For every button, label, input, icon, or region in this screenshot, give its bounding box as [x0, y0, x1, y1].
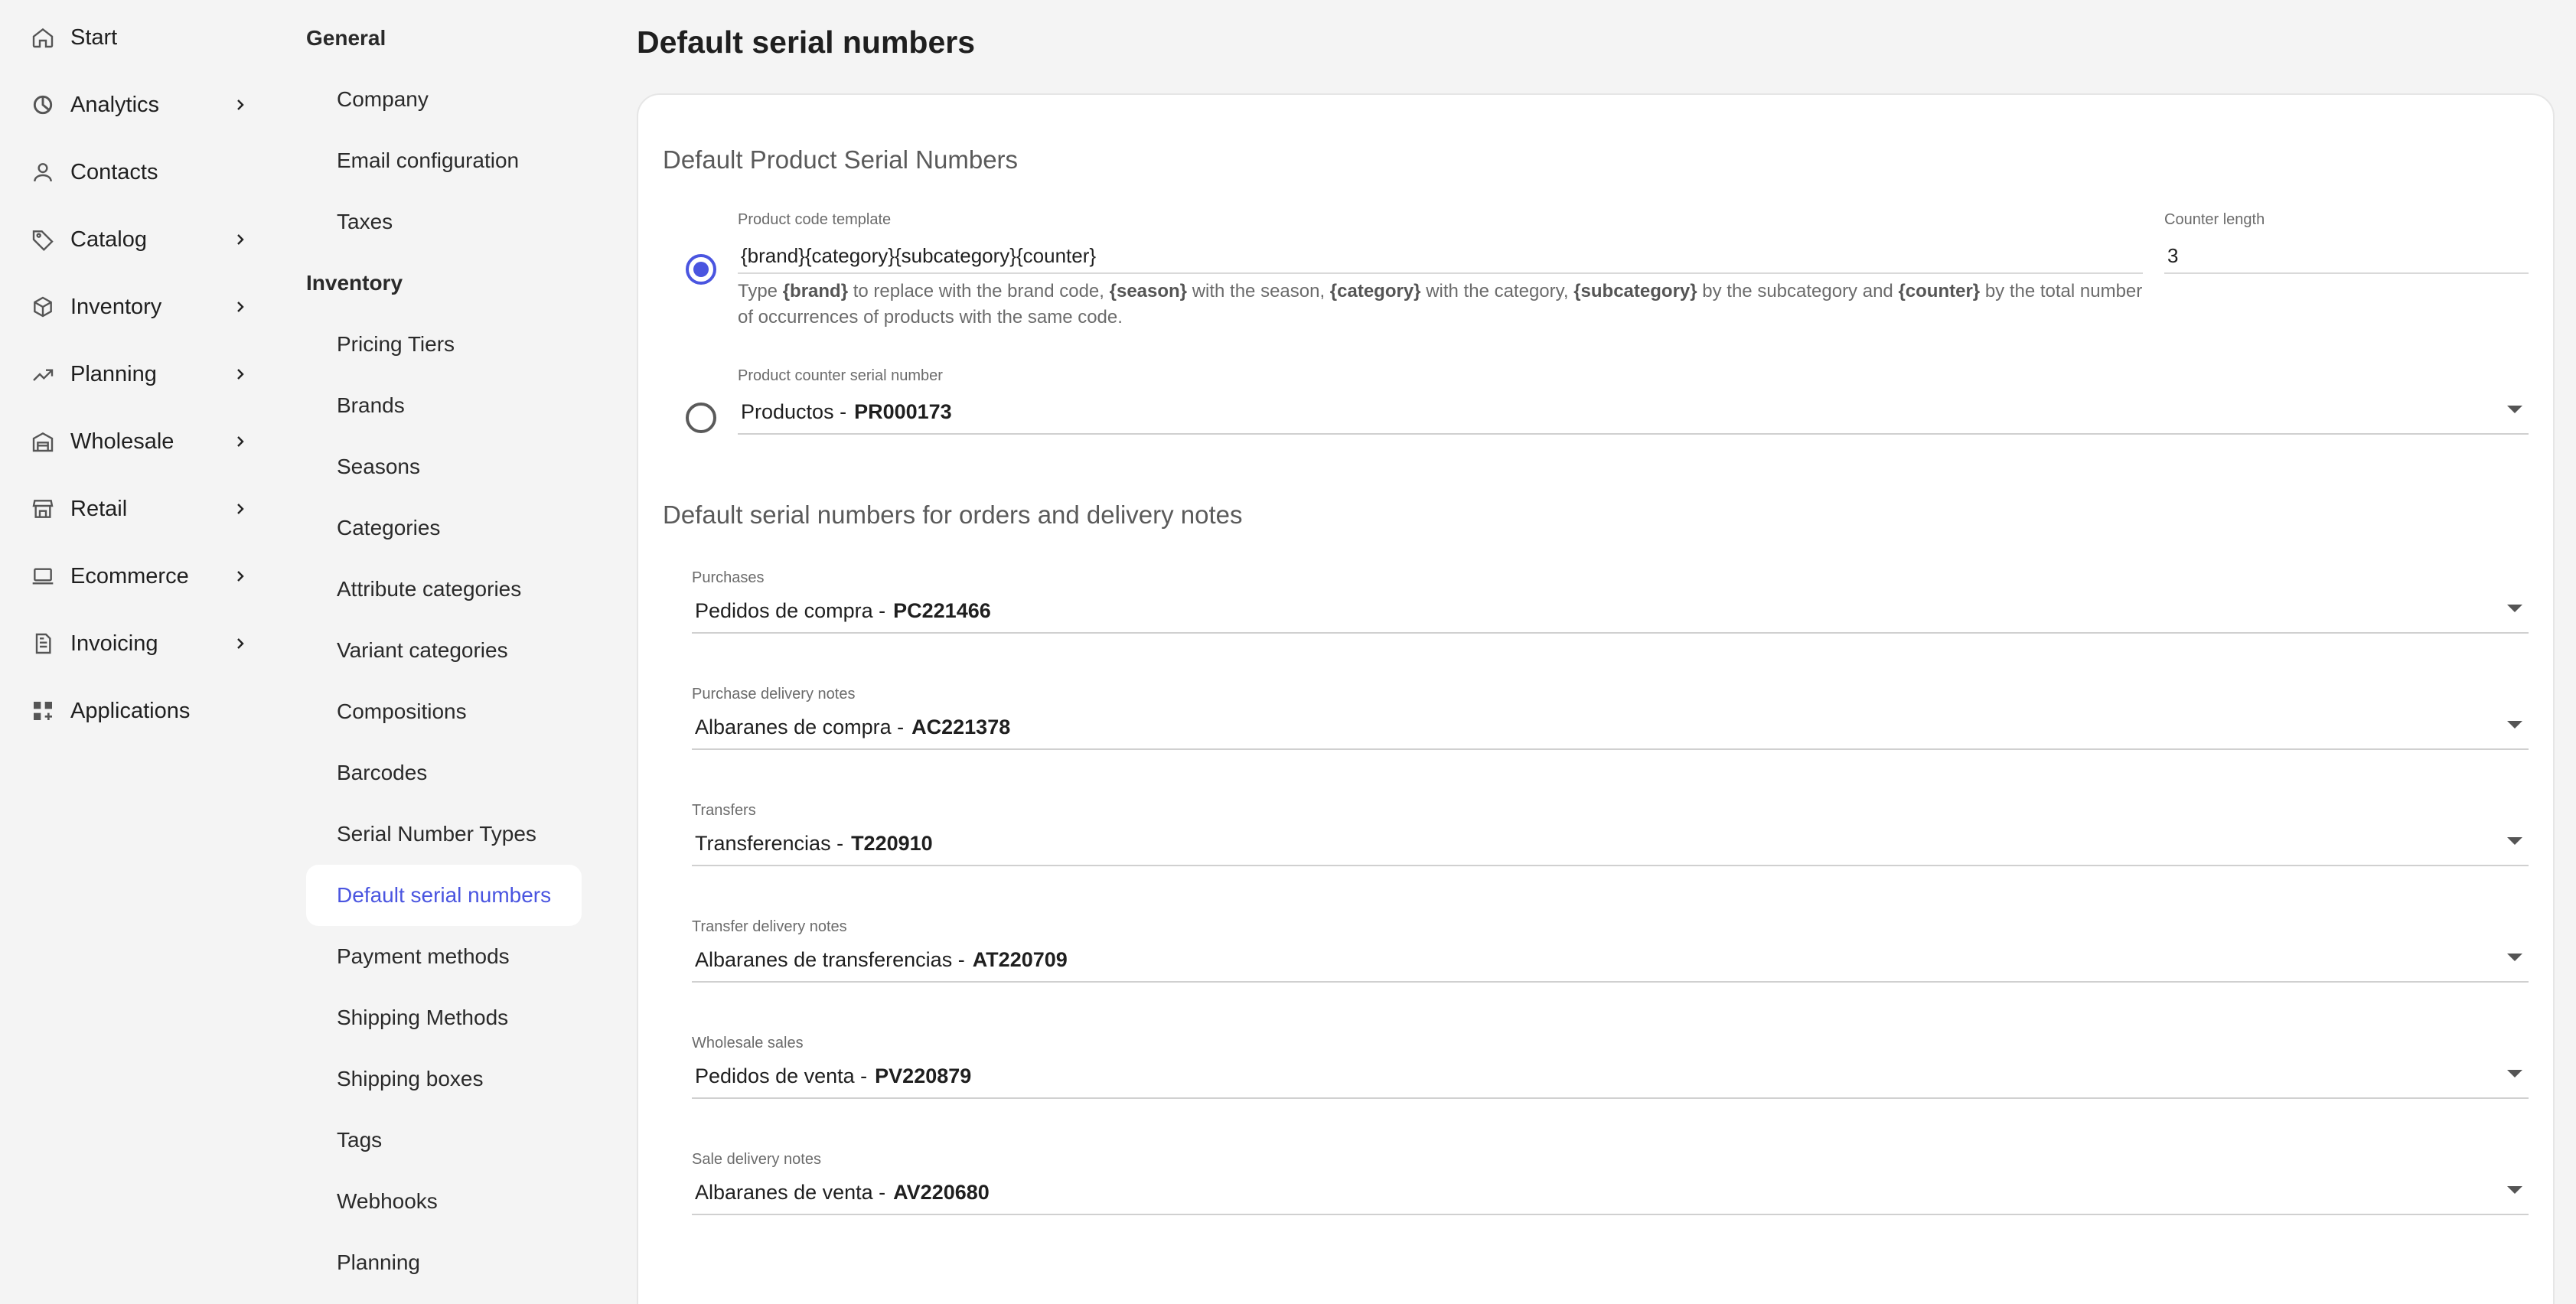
nav-label: Planning — [70, 361, 157, 386]
subnav-item-company[interactable]: Company — [306, 69, 582, 130]
subnav-item-planning[interactable]: Planning — [306, 1232, 582, 1293]
chevron-right-icon — [230, 633, 251, 654]
purchases-select[interactable]: Pedidos de compra - PC221466 — [692, 589, 2529, 634]
chevron-right-icon — [230, 363, 251, 385]
chevron-right-icon — [230, 229, 251, 250]
dropdown-caret-icon — [2507, 837, 2522, 845]
radio-product-counter-serial[interactable] — [686, 403, 716, 433]
transfers-select[interactable]: Transferencias - T220910 — [692, 822, 2529, 866]
chevron-right-icon — [230, 566, 251, 587]
subnav-item-brands[interactable]: Brands — [306, 375, 582, 436]
nav-label: Wholesale — [70, 429, 174, 454]
nav-item-catalog[interactable]: Catalog — [29, 217, 251, 262]
nav-item-applications[interactable]: Applications — [29, 688, 251, 734]
dropdown-caret-icon — [2507, 406, 2522, 413]
sale-delivery-notes-label: Sale delivery notes — [692, 1151, 821, 1168]
nav-label: Applications — [70, 698, 191, 723]
subnav-item-payment-methods[interactable]: Payment methods — [306, 926, 582, 987]
nav-item-retail[interactable]: Retail — [29, 486, 251, 532]
document-icon — [29, 630, 57, 657]
section-title-orders: Default serial numbers for orders and de… — [663, 500, 1243, 529]
subnav-item-serial-number-types[interactable]: Serial Number Types — [306, 804, 582, 865]
nav-item-invoicing[interactable]: Invoicing — [29, 621, 251, 667]
counter-length-label: Counter length — [2164, 211, 2265, 228]
nav-label: Contacts — [70, 159, 158, 184]
nav-item-inventory[interactable]: Inventory — [29, 284, 251, 330]
nav-item-planning[interactable]: Planning — [29, 351, 251, 397]
purchases-label: Purchases — [692, 569, 765, 586]
subnav-item-tags[interactable]: Tags — [306, 1110, 582, 1171]
contacts-icon — [29, 158, 57, 186]
subnav-item-barcodes[interactable]: Barcodes — [306, 742, 582, 804]
dropdown-caret-icon — [2507, 954, 2522, 961]
subnav-item-shipping-boxes[interactable]: Shipping boxes — [306, 1048, 582, 1110]
wholesale-sales-label: Wholesale sales — [692, 1035, 804, 1051]
transfer-delivery-notes-label: Transfer delivery notes — [692, 918, 847, 935]
main-navigation: Start Analytics Contacts Catalog Invento… — [0, 0, 276, 1304]
trend-icon — [29, 360, 57, 388]
nav-item-contacts[interactable]: Contacts — [29, 149, 251, 195]
chevron-right-icon — [230, 431, 251, 452]
subnav-item-taxes[interactable]: Taxes — [306, 191, 582, 253]
warehouse-icon — [29, 428, 57, 455]
chevron-right-icon — [230, 498, 251, 520]
radio-product-code-template[interactable] — [686, 254, 716, 285]
nav-label: Inventory — [70, 294, 162, 319]
purchase-delivery-notes-label: Purchase delivery notes — [692, 686, 856, 703]
laptop-icon — [29, 562, 57, 590]
product-counter-serial-select[interactable]: Productos - PR000173 — [738, 390, 2529, 435]
page-title: Default serial numbers — [637, 24, 976, 60]
analytics-icon — [29, 91, 57, 119]
nav-label: Catalog — [70, 227, 147, 252]
settings-subnav: General Company Email configuration Taxe… — [291, 0, 597, 1304]
subnav-item-variant-categories[interactable]: Variant categories — [306, 620, 582, 681]
nav-item-analytics[interactable]: Analytics — [29, 82, 251, 128]
wholesale-sales-select[interactable]: Pedidos de venta - PV220879 — [692, 1055, 2529, 1099]
subnav-item-categories[interactable]: Categories — [306, 497, 582, 559]
subnav-heading-inventory: Inventory — [306, 271, 403, 295]
purchase-delivery-notes-select[interactable]: Albaranes de compra - AC221378 — [692, 706, 2529, 750]
chevron-right-icon — [230, 94, 251, 116]
chevron-right-icon — [230, 296, 251, 318]
store-icon — [29, 495, 57, 523]
nav-label: Ecommerce — [70, 563, 189, 588]
settings-card: Default Product Serial Numbers Product c… — [637, 93, 2555, 1304]
subnav-item-seasons[interactable]: Seasons — [306, 436, 582, 497]
subnav-item-email-configuration[interactable]: Email configuration — [306, 130, 582, 191]
apps-icon — [29, 697, 57, 725]
nav-label: Start — [70, 24, 118, 50]
nav-label: Analytics — [70, 92, 160, 117]
counter-length-input[interactable]: 3 — [2164, 239, 2529, 274]
nav-label: Retail — [70, 496, 128, 521]
nav-item-wholesale[interactable]: Wholesale — [29, 419, 251, 465]
dropdown-caret-icon — [2507, 721, 2522, 729]
subnav-item-shipping-methods[interactable]: Shipping Methods — [306, 987, 582, 1048]
dropdown-caret-icon — [2507, 1070, 2522, 1077]
product-code-template-label: Product code template — [738, 211, 892, 228]
subnav-item-compositions[interactable]: Compositions — [306, 681, 582, 742]
subnav-heading-general: General — [306, 26, 386, 50]
subnav-item-webhooks[interactable]: Webhooks — [306, 1171, 582, 1232]
subnav-item-attribute-categories[interactable]: Attribute categories — [306, 559, 582, 620]
nav-item-ecommerce[interactable]: Ecommerce — [29, 553, 251, 599]
home-icon — [29, 24, 57, 51]
transfer-delivery-notes-select[interactable]: Albaranes de transferencias - AT220709 — [692, 938, 2529, 983]
product-counter-serial-label: Product counter serial number — [738, 367, 943, 384]
tag-icon — [29, 226, 57, 253]
nav-label: Invoicing — [70, 631, 158, 656]
sale-delivery-notes-select[interactable]: Albaranes de venta - AV220680 — [692, 1171, 2529, 1215]
product-code-template-input[interactable]: {brand}{category}{subcategory}{counter} — [738, 239, 2143, 274]
dropdown-caret-icon — [2507, 605, 2522, 612]
dropdown-caret-icon — [2507, 1186, 2522, 1194]
nav-item-start[interactable]: Start — [29, 15, 251, 60]
product-code-helper-text: Type {brand} to replace with the brand c… — [738, 281, 2143, 328]
subnav-item-pricing-tiers[interactable]: Pricing Tiers — [306, 314, 582, 375]
section-title-product: Default Product Serial Numbers — [663, 145, 1019, 174]
subnav-item-default-serial-numbers[interactable]: Default serial numbers — [306, 865, 582, 926]
box-icon — [29, 293, 57, 321]
transfers-label: Transfers — [692, 802, 756, 819]
